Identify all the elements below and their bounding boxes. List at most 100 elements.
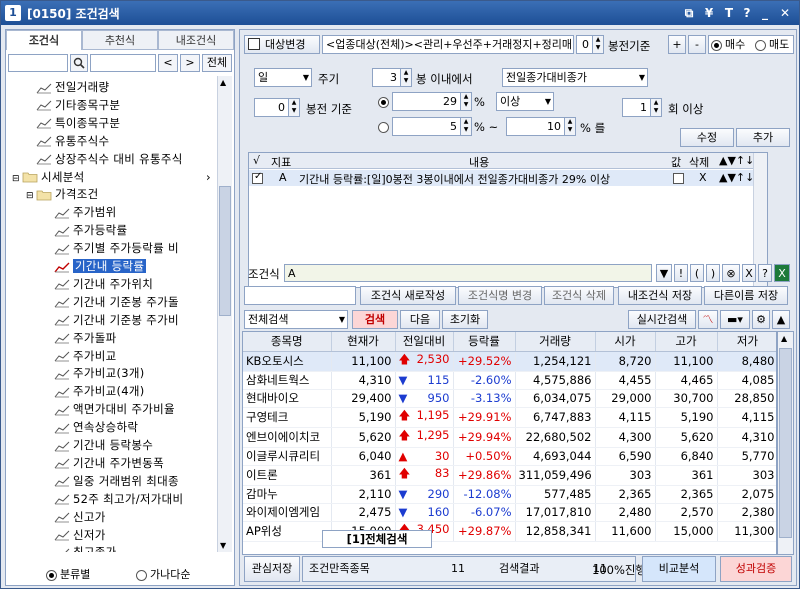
row-move-icons[interactable]: ▲▼↑↓	[719, 171, 754, 184]
tree-item[interactable]: 전일거래량	[36, 78, 109, 96]
expand-icon[interactable]: ⊟	[26, 187, 36, 205]
close-icon[interactable]: ✕	[777, 5, 793, 21]
tree-item[interactable]: ⊟ 시세분석 ›	[12, 168, 211, 188]
modify-button[interactable]: 수정	[680, 128, 734, 147]
tree-item[interactable]: 주가비교(3개)	[54, 364, 145, 382]
compare-analysis-button[interactable]: 비교분석	[642, 556, 716, 582]
n-bong-spinner[interactable]: 3 ▲ ▼	[372, 68, 412, 87]
prev-button[interactable]: <	[158, 54, 178, 72]
tree-item[interactable]: 기간내 기준봉 주가비	[54, 311, 179, 329]
tree-item[interactable]: 상장주식수 대비 유통주식	[36, 150, 183, 168]
formula-dropdown-icon[interactable]: ▼	[656, 264, 672, 282]
tree-item[interactable]: ⊟ 가격조건	[26, 185, 99, 203]
minimize-icon[interactable]: _	[757, 5, 773, 21]
formula-input[interactable]: A	[284, 264, 652, 282]
list-icon[interactable]: ▬▾	[720, 310, 750, 329]
xor-button[interactable]: ⊗	[722, 264, 740, 282]
bong-spinner[interactable]: 0 ▲ ▼	[576, 35, 604, 54]
save-as-button[interactable]: 다른이름 저장	[704, 286, 788, 305]
table-row[interactable]: 엔브이에이치코 5,620 🡅 1,295 +29.94% 22,680,502 4,300…	[243, 427, 776, 448]
condition-row[interactable]: A 기간내 등락률:[일]0봉전 3봉이내에서 전일종가대비종가 29% 이상 …	[249, 170, 767, 186]
column-header[interactable]: 현재가	[331, 332, 396, 352]
next-search-button[interactable]: 다음	[400, 310, 440, 329]
scroll-down-icon[interactable]: ▼	[220, 541, 226, 550]
results-scrollbar[interactable]: ▲	[777, 331, 794, 555]
tree-item[interactable]: 기간내 등락률	[54, 257, 147, 275]
delete-icon[interactable]: X	[699, 171, 707, 184]
tab-conditions[interactable]: 조건식	[6, 30, 82, 50]
tree-item[interactable]: 52주 최고가/저가대비	[54, 490, 183, 508]
column-header[interactable]: 거래량	[515, 332, 596, 352]
tree-item[interactable]: 기간내 등락봉수	[54, 436, 153, 454]
tree-item[interactable]: 기타종목구분	[36, 96, 120, 114]
search-icon[interactable]	[70, 54, 88, 72]
column-header[interactable]: 종목명	[243, 332, 332, 352]
table-row[interactable]: 이트론 361 🡅 83 +29.86% 311,059,496 303 361 303	[243, 465, 776, 486]
gear-icon[interactable]: ⚙	[752, 310, 770, 329]
tree-item[interactable]: 연속상승하락	[54, 418, 138, 436]
column-header[interactable]: 시가	[595, 332, 656, 352]
table-row[interactable]: KB오토시스 11,100 🡅 2,530 +29.52% 1,254,121 8,720 1…	[243, 351, 776, 372]
cond1-select[interactable]: 이상 ▼	[496, 92, 554, 111]
plus-button[interactable]: +	[668, 35, 686, 54]
tree-item[interactable]: 주기별 주가등락률 비	[54, 239, 179, 257]
tab-all-results[interactable]: [1]전체검색	[322, 530, 432, 548]
column-header[interactable]: 등락률	[453, 332, 516, 352]
excel-icon[interactable]: X	[774, 264, 790, 282]
tree-item[interactable]: 주가범위	[54, 203, 117, 221]
table-row[interactable]: 현대바이오 29,400 ▼ 950 -3.13% 6,034,075 29,000 30,7…	[243, 389, 776, 408]
table-row[interactable]: 이글루시큐리티 6,040 ▲ 30 +0.50% 4,693,044 6,590 6,840…	[243, 447, 776, 466]
table-row[interactable]: 삼화네트웍스 4,310 ▼ 115 -2.60% 4,575,886 4,455 4,465…	[243, 371, 776, 390]
tree-item[interactable]: 주가비교(4개)	[54, 382, 145, 400]
target-text-field[interactable]: <업종대상(전체)><관리+우선주+거래정지+정리매	[322, 35, 574, 54]
help-button[interactable]: ?	[758, 264, 772, 282]
tree-item[interactable]: 주가등락률	[54, 221, 127, 239]
clear-button[interactable]: X	[742, 264, 756, 282]
performance-verify-button[interactable]: 성과검증	[720, 556, 792, 582]
value-checkbox[interactable]	[673, 171, 684, 184]
table-row[interactable]: 구영테크 5,190 🡅 1,195 +29.91% 6,747,883 4,115 5,19…	[243, 407, 776, 428]
table-row[interactable]: 감마누 2,110 ▼ 290 -12.08% 577,485 2,365 2,365 2,07…	[243, 485, 776, 504]
tree-item[interactable]: 기간내 기준봉 주가돌	[54, 293, 179, 311]
all-button[interactable]: 전체	[202, 54, 232, 72]
tree-item[interactable]: 주가비교	[54, 347, 117, 365]
column-header[interactable]: 고가	[655, 332, 718, 352]
tree-scroll-thumb[interactable]	[219, 186, 231, 316]
base-bong-spinner[interactable]: 0 ▲ ▼	[254, 98, 300, 117]
tab-recommended[interactable]: 추천식	[82, 30, 158, 50]
tree-item[interactable]: 기간내 주가위치	[54, 275, 153, 293]
pct1-spinner[interactable]: 29 ▲ ▼	[392, 92, 472, 111]
radio-by-category[interactable]: 분류별	[46, 566, 90, 582]
radio-alphabetical[interactable]: 가나다순	[136, 566, 190, 582]
tree-item[interactable]: 액면가대비 주가비율	[54, 400, 175, 418]
new-condition-button[interactable]: 조건식 새로작성	[360, 286, 456, 305]
expand-icon[interactable]: ⊟	[12, 170, 22, 188]
chart-icon[interactable]: 〽	[698, 310, 718, 329]
pct2a-spinner[interactable]: 5 ▲ ▼	[392, 117, 472, 136]
column-header[interactable]: 전일대비	[395, 332, 454, 352]
tree-scrollbar[interactable]: ▲ ▼	[217, 76, 232, 552]
tree-item[interactable]: 최고종가	[54, 543, 117, 552]
pct2b-spinner[interactable]: 10 ▲ ▼	[506, 117, 576, 136]
radio-sell[interactable]: 매도	[755, 36, 789, 53]
results-scroll-thumb[interactable]	[779, 348, 792, 538]
scroll-up-icon[interactable]: ▲	[220, 78, 226, 87]
reset-button[interactable]: 초기화	[442, 310, 488, 329]
minus-button[interactable]: -	[688, 35, 706, 54]
condition-name-input[interactable]	[244, 286, 356, 305]
radio-buy[interactable]: 매수	[711, 36, 745, 53]
radio-threshold[interactable]	[378, 97, 389, 108]
link-icon[interactable]: ⧉	[681, 5, 697, 21]
tree-item[interactable]: 신저가	[54, 526, 106, 544]
search-scope-select[interactable]: 전체검색 ▼	[244, 310, 348, 329]
collapse-icon[interactable]: ▲	[772, 310, 790, 329]
search-button[interactable]: 검색	[352, 310, 398, 329]
next-button[interactable]: >	[180, 54, 200, 72]
times-spinner[interactable]: 1 ▲ ▼	[622, 98, 662, 117]
column-header[interactable]: 저가	[717, 332, 776, 352]
change-target-button[interactable]: 대상변경	[244, 35, 320, 54]
save-interest-button[interactable]: 관심저장	[244, 556, 300, 582]
rename-condition-button[interactable]: 조건식명 변경	[458, 286, 542, 305]
condition-checkbox[interactable]	[252, 171, 263, 184]
tab-my-conditions[interactable]: 내조건식	[158, 30, 234, 50]
